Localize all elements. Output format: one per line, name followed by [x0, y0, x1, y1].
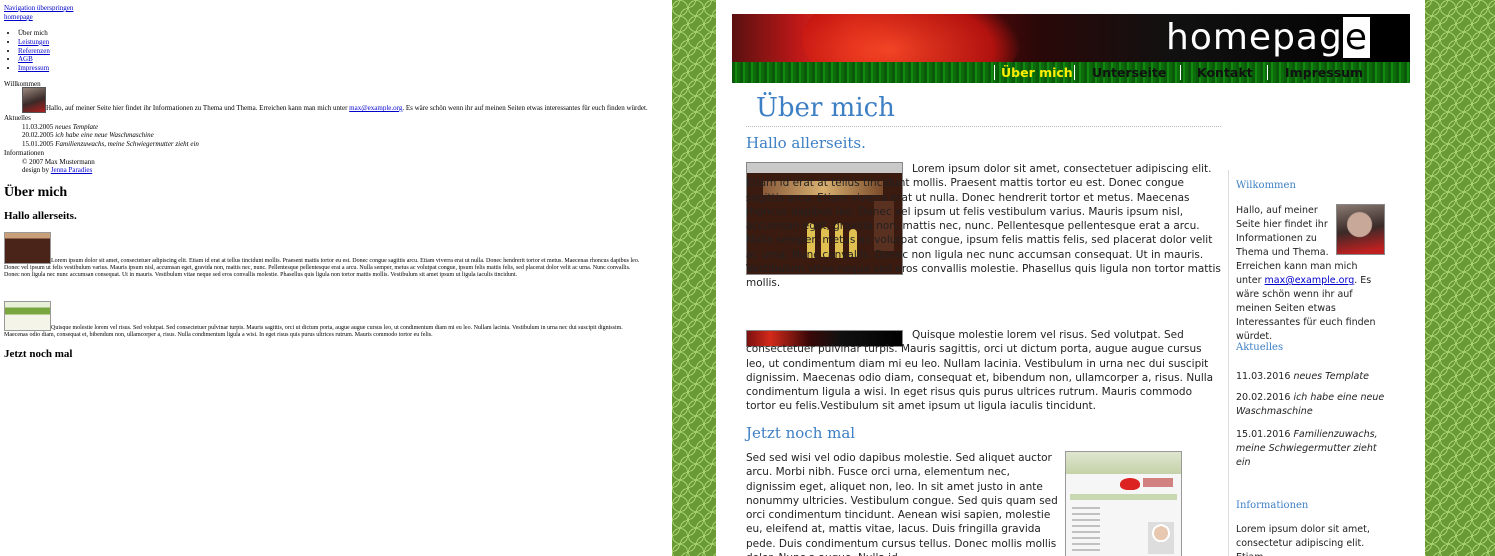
nav-separator — [1074, 65, 1075, 80]
avatar-small — [22, 87, 46, 113]
sidebar-news-item: 20.02.2016 ich habe eine neue Waschmasch… — [1236, 392, 1385, 417]
willkommen-text: Hallo, auf meiner Seite hier findet ihr … — [46, 104, 648, 112]
page-heading: Über mich — [4, 185, 68, 200]
sidebar-news-item: 15.01.2016 Familienzuwachs, meine Schwie… — [1236, 429, 1378, 468]
nav-link-leistungen[interactable]: Leistungen — [18, 38, 49, 46]
section-title-jetzt: Jetzt noch mal — [746, 424, 856, 442]
homepage-link[interactable]: homepage — [4, 13, 33, 22]
design-credit: design by Jenna Paradies — [22, 166, 93, 174]
sidebar-news-item: 11.03.2016 neues Template — [1236, 371, 1369, 382]
nav-separator — [994, 65, 995, 80]
banner-black-block — [1370, 14, 1410, 62]
main-navigation: Über mich Unterseite Kontakt Impressum — [732, 62, 1410, 83]
section-heading-2: Jetzt noch mal — [4, 348, 73, 360]
nav-item-ueber-mich: Über mich — [18, 29, 50, 38]
nav-tab-unterseite[interactable]: Unterseite — [1092, 62, 1166, 83]
aktuelles-label: Aktuelles — [4, 114, 31, 122]
section2-paragraph-1: Sed sed wisi vel odio dapibus molestie. … — [746, 452, 1058, 556]
informationen-label: Informationen — [4, 149, 45, 157]
nav-link-impressum[interactable]: Impressum — [18, 64, 49, 72]
sidebar-willkommen-text: Hallo, auf meiner Seite hier findet ihr … — [1236, 205, 1376, 342]
skip-navigation-link[interactable]: Navigation überspringen — [4, 4, 73, 13]
nav-separator — [1267, 65, 1268, 80]
flower-image — [802, 14, 1022, 62]
news-item: 15.01.2005 Familienzuwachs, meine Schwie… — [22, 140, 199, 148]
section-heading: Hallo allerseits. — [4, 210, 77, 222]
nav-tab-kontakt[interactable]: Kontakt — [1197, 62, 1253, 83]
page-title: Über mich — [756, 93, 895, 123]
sidebar-title-willkommen: Wilkommen — [1236, 180, 1296, 191]
page-container: homepage Über mich Unterseite Kontakt Im… — [716, 0, 1425, 556]
section1-paragraph-1: Lorem ipsum dolor sit amet, consectetuer… — [746, 163, 1221, 290]
header-banner: homepage — [732, 14, 1410, 62]
styled-page-pane: homepage Über mich Unterseite Kontakt Im… — [672, 0, 1495, 556]
unstyled-page-pane: Navigation überspringen homepage Über mi… — [0, 0, 672, 556]
sidebar: Wilkommen Hallo, auf meiner Seite hier f… — [1228, 170, 1389, 556]
site-title: homepage — [1166, 17, 1370, 58]
nav-link-agb[interactable]: AGB — [18, 55, 33, 63]
section-title-hallo: Hallo allerseits. — [746, 134, 866, 152]
sidebar-title-informationen: Informationen — [1236, 500, 1309, 511]
designer-link[interactable]: Jenna Paradies — [51, 166, 92, 174]
section1-paragraph-2: Quisque molestie lorem vel risus. Sed vo… — [746, 329, 1214, 413]
nav-tab-ueber-mich[interactable]: Über mich — [1001, 62, 1073, 83]
news-item: 20.02.2005 ich habe eine neue Waschmasch… — [22, 131, 154, 139]
paragraph-1: Lorem ipsum dolor sit amet, consectetuer… — [4, 258, 640, 278]
paragraph-2: Quisque molestie lorem vel risus. Sed vo… — [4, 325, 623, 338]
sidebar-email-link[interactable]: max@example.org — [1265, 275, 1355, 286]
email-link[interactable]: max@example.org — [349, 104, 402, 112]
title-divider — [746, 126, 1221, 127]
nav-tab-impressum[interactable]: Impressum — [1285, 62, 1363, 83]
website-screenshot-image-2 — [1065, 451, 1182, 556]
unstyled-nav-list: Über mich Leistungen Referenzen AGB Impr… — [10, 29, 50, 73]
sidebar-informationen-text: Lorem ipsum dolor sit amet, consectetur … — [1236, 524, 1370, 556]
nav-separator — [1180, 65, 1181, 80]
sidebar-title-aktuelles: Aktuelles — [1236, 342, 1284, 353]
nav-link-referenzen[interactable]: Referenzen — [18, 47, 50, 55]
